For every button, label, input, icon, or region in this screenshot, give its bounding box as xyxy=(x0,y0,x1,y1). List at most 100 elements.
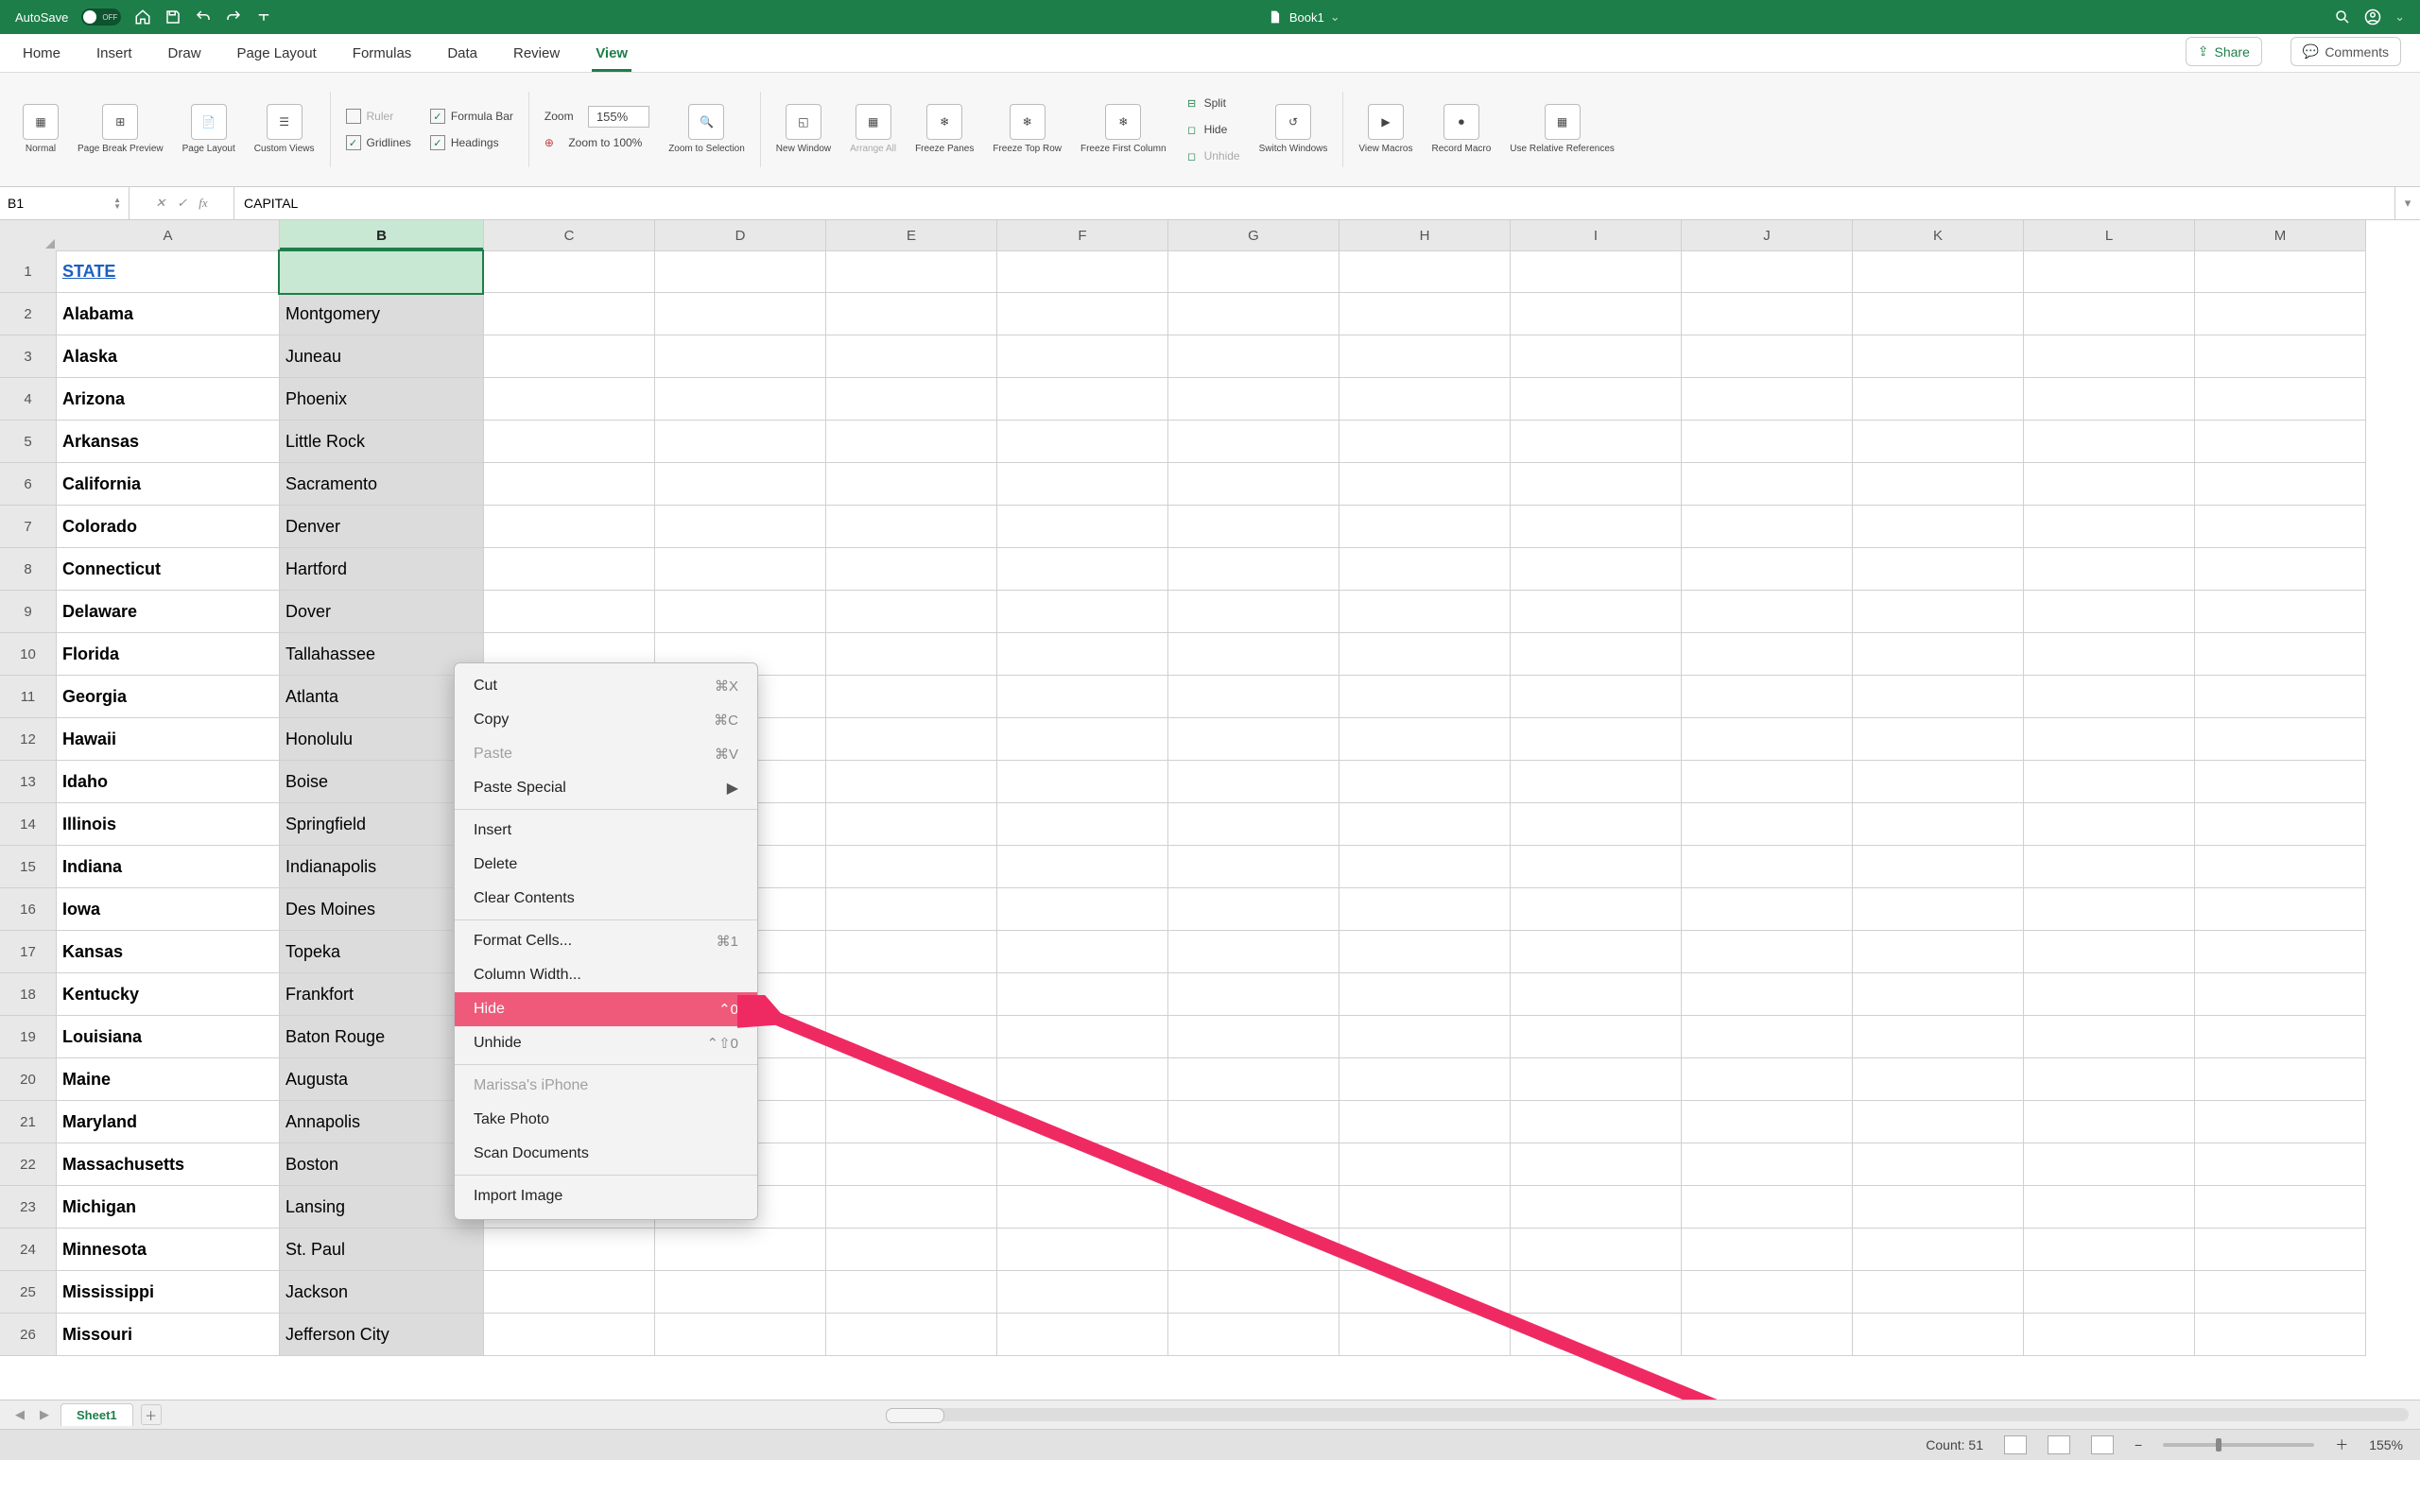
split-button[interactable]: ⊟Split xyxy=(1185,93,1240,113)
cell-F13[interactable] xyxy=(997,761,1167,803)
cell-D25[interactable] xyxy=(655,1271,825,1314)
cell-B11[interactable]: Atlanta xyxy=(280,676,483,718)
cell-G26[interactable] xyxy=(1168,1314,1339,1356)
cell-B4[interactable]: Phoenix xyxy=(280,378,483,421)
cell-H5[interactable] xyxy=(1340,421,1510,463)
expand-formula-icon[interactable]: ▾ xyxy=(2394,187,2420,219)
cell-F6[interactable] xyxy=(997,463,1167,506)
row-header-2[interactable]: 2 xyxy=(0,293,57,335)
row-header-26[interactable]: 26 xyxy=(0,1314,57,1356)
cell-K3[interactable] xyxy=(1853,335,2023,378)
cell-H26[interactable] xyxy=(1340,1314,1510,1356)
cell-K15[interactable] xyxy=(1853,846,2023,888)
cell-A20[interactable]: Maine xyxy=(57,1058,279,1101)
cell-E22[interactable] xyxy=(826,1143,996,1186)
cell-M9[interactable] xyxy=(2195,591,2365,633)
cell-J9[interactable] xyxy=(1682,591,1852,633)
cancel-formula-icon[interactable]: ✕ xyxy=(155,196,165,211)
row-header-13[interactable]: 13 xyxy=(0,761,57,803)
cell-B18[interactable]: Frankfort xyxy=(280,973,483,1016)
cell-F17[interactable] xyxy=(997,931,1167,973)
col-header-C[interactable]: C xyxy=(484,220,655,250)
cell-E23[interactable] xyxy=(826,1186,996,1228)
cell-M2[interactable] xyxy=(2195,293,2365,335)
cell-M15[interactable] xyxy=(2195,846,2365,888)
cell-A18[interactable]: Kentucky xyxy=(57,973,279,1016)
cell-G6[interactable] xyxy=(1168,463,1339,506)
cell-K25[interactable] xyxy=(1853,1271,2023,1314)
cell-M13[interactable] xyxy=(2195,761,2365,803)
cell-G23[interactable] xyxy=(1168,1186,1339,1228)
row-header-12[interactable]: 12 xyxy=(0,718,57,761)
cell-L22[interactable] xyxy=(2024,1143,2194,1186)
row-header-25[interactable]: 25 xyxy=(0,1271,57,1314)
cell-F4[interactable] xyxy=(997,378,1167,421)
horizontal-scrollbar[interactable] xyxy=(169,1408,2409,1421)
cell-A24[interactable]: Minnesota xyxy=(57,1228,279,1271)
hide-button[interactable]: ◻Hide xyxy=(1185,119,1240,140)
ctx-unhide[interactable]: Unhide⌃⇧0 xyxy=(455,1026,757,1060)
cell-K9[interactable] xyxy=(1853,591,2023,633)
cell-A7[interactable]: Colorado xyxy=(57,506,279,548)
cell-H17[interactable] xyxy=(1340,931,1510,973)
cell-A5[interactable]: Arkansas xyxy=(57,421,279,463)
row-header-24[interactable]: 24 xyxy=(0,1228,57,1271)
cell-J5[interactable] xyxy=(1682,421,1852,463)
cell-H1[interactable] xyxy=(1340,250,1510,293)
cell-F10[interactable] xyxy=(997,633,1167,676)
cell-I25[interactable] xyxy=(1511,1271,1681,1314)
cell-B6[interactable]: Sacramento xyxy=(280,463,483,506)
cell-D7[interactable] xyxy=(655,506,825,548)
cell-I8[interactable] xyxy=(1511,548,1681,591)
cell-H19[interactable] xyxy=(1340,1016,1510,1058)
cell-area[interactable]: STATEAlabamaAlaskaArizonaArkansasCalifor… xyxy=(57,250,2366,1356)
cell-H2[interactable] xyxy=(1340,293,1510,335)
cell-E9[interactable] xyxy=(826,591,996,633)
col-header-A[interactable]: A xyxy=(57,220,280,250)
cell-K7[interactable] xyxy=(1853,506,2023,548)
cell-E14[interactable] xyxy=(826,803,996,846)
cell-L8[interactable] xyxy=(2024,548,2194,591)
switch-windows-button[interactable]: ↺Switch Windows xyxy=(1250,73,1338,186)
cell-E5[interactable] xyxy=(826,421,996,463)
view-normal-button[interactable]: ▦Normal xyxy=(13,73,68,186)
cell-J12[interactable] xyxy=(1682,718,1852,761)
cell-H13[interactable] xyxy=(1340,761,1510,803)
cell-E3[interactable] xyxy=(826,335,996,378)
ctx-delete[interactable]: Delete xyxy=(455,848,757,882)
cell-B13[interactable]: Boise xyxy=(280,761,483,803)
cell-A26[interactable]: Missouri xyxy=(57,1314,279,1356)
cell-J11[interactable] xyxy=(1682,676,1852,718)
cell-B16[interactable]: Des Moines xyxy=(280,888,483,931)
cell-K22[interactable] xyxy=(1853,1143,2023,1186)
cell-F2[interactable] xyxy=(997,293,1167,335)
cell-M3[interactable] xyxy=(2195,335,2365,378)
col-header-L[interactable]: L xyxy=(2024,220,2195,250)
view-pagelayout-button[interactable]: 📄Page Layout xyxy=(173,73,245,186)
sheet-tab-1[interactable]: Sheet1 xyxy=(60,1403,133,1426)
cell-G11[interactable] xyxy=(1168,676,1339,718)
accept-formula-icon[interactable]: ✓ xyxy=(177,196,187,211)
cell-F18[interactable] xyxy=(997,973,1167,1016)
cell-E17[interactable] xyxy=(826,931,996,973)
cell-A25[interactable]: Mississippi xyxy=(57,1271,279,1314)
cell-L13[interactable] xyxy=(2024,761,2194,803)
cell-G9[interactable] xyxy=(1168,591,1339,633)
cell-K20[interactable] xyxy=(1853,1058,2023,1101)
cell-M6[interactable] xyxy=(2195,463,2365,506)
cell-G18[interactable] xyxy=(1168,973,1339,1016)
cell-J22[interactable] xyxy=(1682,1143,1852,1186)
cell-K10[interactable] xyxy=(1853,633,2023,676)
cell-L20[interactable] xyxy=(2024,1058,2194,1101)
cell-G22[interactable] xyxy=(1168,1143,1339,1186)
cell-H16[interactable] xyxy=(1340,888,1510,931)
cell-A13[interactable]: Idaho xyxy=(57,761,279,803)
cell-E8[interactable] xyxy=(826,548,996,591)
cell-K5[interactable] xyxy=(1853,421,2023,463)
cell-K18[interactable] xyxy=(1853,973,2023,1016)
cell-D1[interactable] xyxy=(655,250,825,293)
row-header-20[interactable]: 20 xyxy=(0,1058,57,1101)
cell-I2[interactable] xyxy=(1511,293,1681,335)
tab-home[interactable]: Home xyxy=(19,45,64,72)
cell-G25[interactable] xyxy=(1168,1271,1339,1314)
